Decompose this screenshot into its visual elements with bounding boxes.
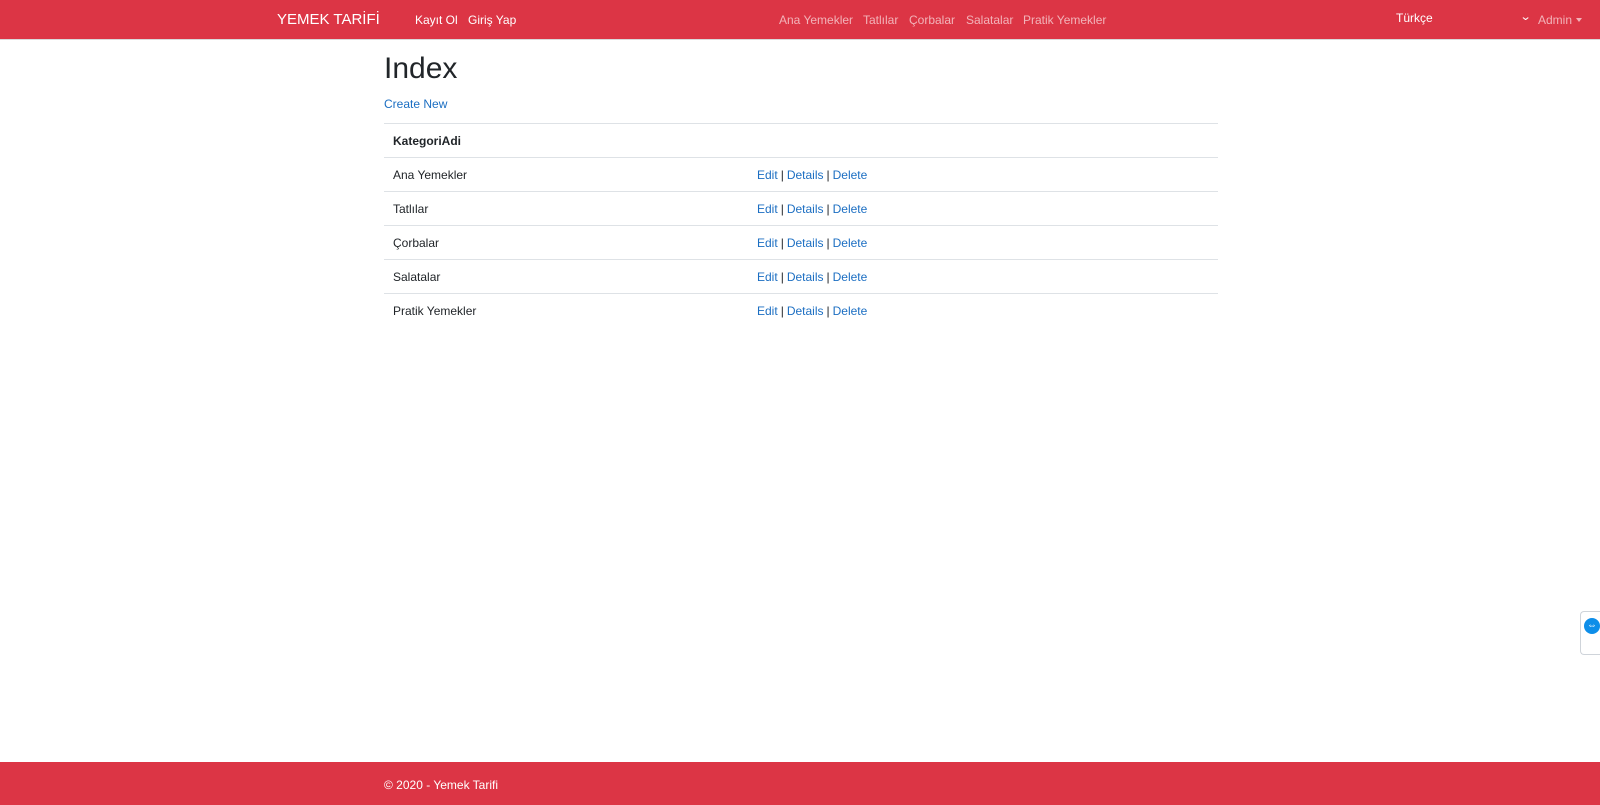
edit-link[interactable]: Edit — [757, 304, 778, 318]
column-header-actions — [748, 123, 1218, 158]
separator: | — [826, 269, 830, 284]
row-actions: Edit | Details | Delete — [748, 191, 1218, 226]
details-link[interactable]: Details — [787, 270, 824, 284]
admin-dropdown[interactable]: Admin — [1538, 13, 1583, 27]
category-name: Çorbalar — [384, 225, 748, 260]
row-actions: Edit | Details | Delete — [748, 225, 1218, 260]
separator: | — [826, 303, 830, 318]
nav-link-tatlilar[interactable]: Tatlılar — [863, 13, 898, 27]
delete-link[interactable]: Delete — [833, 202, 868, 216]
nav-link-login[interactable]: Giriş Yap — [468, 13, 516, 27]
category-name: Tatlılar — [384, 191, 748, 226]
language-select-value: Türkçe — [1396, 11, 1433, 25]
chevron-down-icon: ⌄ — [1519, 11, 1532, 23]
table-header-row: KategoriAdi — [384, 123, 1218, 158]
footer-copyright: © 2020 - Yemek Tarifi — [384, 778, 499, 792]
separator: | — [826, 167, 830, 182]
table-row: Pratik Yemekler Edit | Details | Delete — [384, 293, 1218, 328]
table-row: Tatlılar Edit | Details | Delete — [384, 191, 1218, 226]
table-row: Ana Yemekler Edit | Details | Delete — [384, 157, 1218, 192]
brand-logo[interactable]: YEMEK TARİFİ — [277, 11, 380, 28]
remote-support-icon: ⇔ — [1584, 618, 1600, 634]
caret-down-icon — [1576, 18, 1583, 22]
details-link[interactable]: Details — [787, 168, 824, 182]
table-row: Çorbalar Edit | Details | Delete — [384, 225, 1218, 260]
row-actions: Edit | Details | Delete — [748, 157, 1218, 192]
separator: | — [780, 167, 784, 182]
nav-link-ana-yemekler[interactable]: Ana Yemekler — [779, 13, 853, 27]
nav-link-register[interactable]: Kayıt Ol — [415, 13, 458, 27]
separator: | — [780, 201, 784, 216]
details-link[interactable]: Details — [787, 202, 824, 216]
page-title: Index — [384, 52, 458, 85]
nav-link-pratik-yemekler[interactable]: Pratik Yemekler — [1023, 13, 1106, 27]
separator: | — [826, 235, 830, 250]
nav-link-salatalar[interactable]: Salatalar — [966, 13, 1013, 27]
footer: © 2020 - Yemek Tarifi — [0, 762, 1600, 805]
category-name: Ana Yemekler — [384, 157, 748, 192]
navbar: YEMEK TARİFİ Kayıt Ol Giriş Yap Ana Yeme… — [0, 0, 1600, 40]
delete-link[interactable]: Delete — [833, 270, 868, 284]
separator: | — [826, 201, 830, 216]
delete-link[interactable]: Delete — [833, 168, 868, 182]
category-name: Pratik Yemekler — [384, 293, 748, 328]
admin-dropdown-label: Admin — [1538, 13, 1573, 27]
create-new-link[interactable]: Create New — [384, 97, 447, 111]
row-actions: Edit | Details | Delete — [748, 293, 1218, 328]
delete-link[interactable]: Delete — [833, 236, 868, 250]
nav-link-corbalar[interactable]: Çorbalar — [909, 13, 955, 27]
row-actions: Edit | Details | Delete — [748, 259, 1218, 294]
edit-link[interactable]: Edit — [757, 168, 778, 182]
separator: | — [780, 303, 784, 318]
column-header-kategori-adi: KategoriAdi — [384, 123, 748, 158]
separator: | — [780, 269, 784, 284]
details-link[interactable]: Details — [787, 236, 824, 250]
remote-support-widget[interactable]: ⇔ — [1580, 611, 1600, 655]
category-name: Salatalar — [384, 259, 748, 294]
separator: | — [780, 235, 784, 250]
category-table: KategoriAdi Ana Yemekler Edit | Details | De… — [384, 123, 1218, 328]
table-row: Salatalar Edit | Details | Delete — [384, 259, 1218, 294]
edit-link[interactable]: Edit — [757, 270, 778, 284]
edit-link[interactable]: Edit — [757, 202, 778, 216]
details-link[interactable]: Details — [787, 304, 824, 318]
delete-link[interactable]: Delete — [833, 304, 868, 318]
language-select[interactable]: Türkçe ⌄ — [1396, 11, 1532, 29]
edit-link[interactable]: Edit — [757, 236, 778, 250]
